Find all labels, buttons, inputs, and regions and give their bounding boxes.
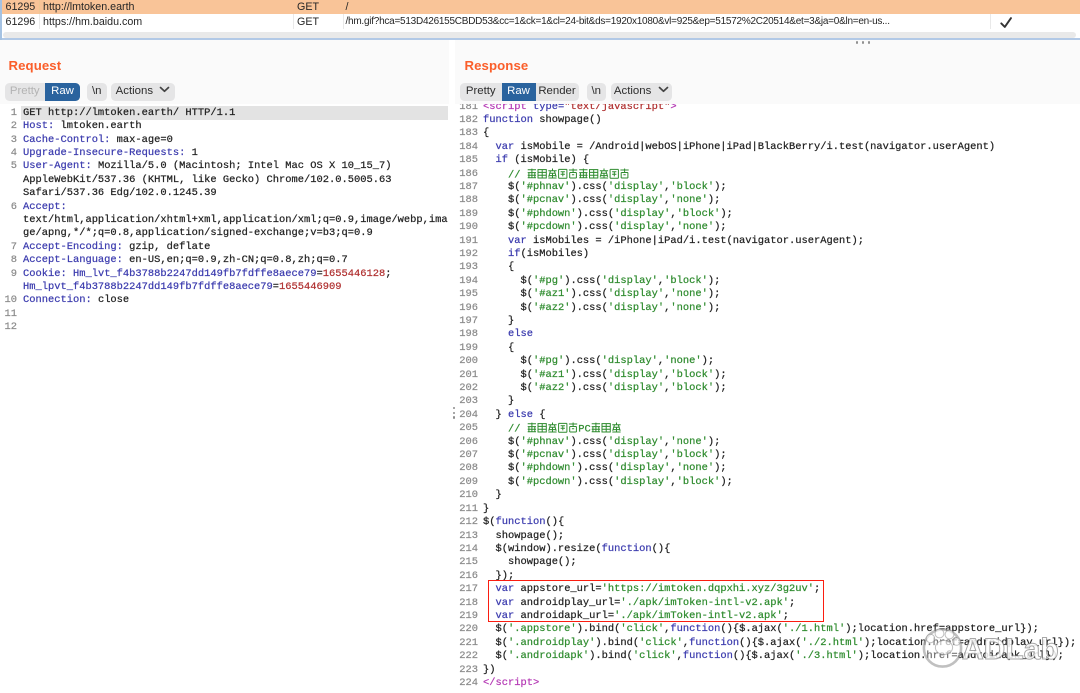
svg-text:ADLab: ADLab	[962, 633, 1059, 666]
